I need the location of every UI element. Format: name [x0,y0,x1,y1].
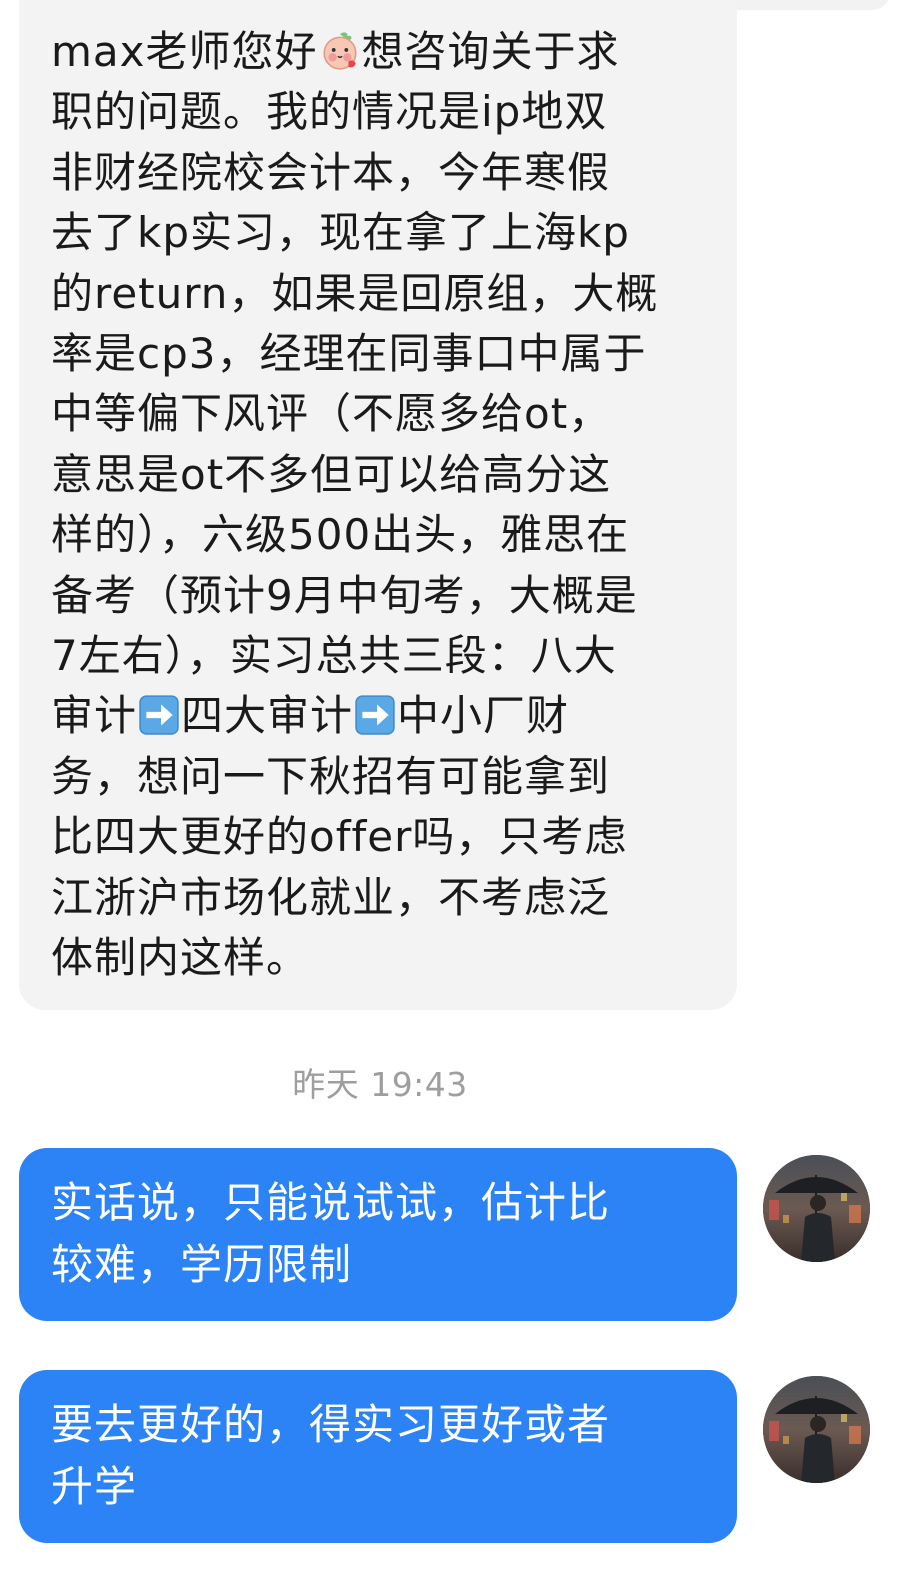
message-line: 7左右），实习总共三段：八大 [51,631,617,681]
message-line: 职的问题。我的情况是ip地双 [51,87,608,137]
outgoing-message-bubble[interactable]: 实话说，只能说试试，估计比 较难，学历限制 [19,1148,737,1321]
incoming-message-bubble[interactable]: max老师您好 想咨询关于求 职的问题。我的情况是ip地双 非财经院校会计本，今… [19,0,737,1010]
outgoing-message-text: 实话说，只能说试试，估计比 较难，学历限制 [51,1172,707,1296]
user-avatar-icon[interactable] [763,1155,870,1262]
message-line: 审计 四大审计 中小厂财 [51,691,570,741]
message-line: 意思是ot不多但可以给高分这 [51,449,612,499]
message-line: 升学 [51,1462,138,1511]
incoming-message-text: max老师您好 想咨询关于求 职的问题。我的情况是ip地双 非财经院校会计本，今… [51,22,707,989]
message-line: 江浙沪市场化就业，不考虑泛 [51,872,611,922]
message-line: 非财经院校会计本，今年寒假 [51,147,611,197]
message-line: 中等偏下风评（不愿多给ot， [51,389,612,439]
blushing-peach-emoji-icon [322,32,357,70]
message-line: 较难，学历限制 [51,1240,353,1289]
outgoing-message-bubble[interactable]: 要去更好的，得实习更好或者 升学 [19,1370,737,1543]
right-arrow-emoji-icon [355,695,395,736]
message-line: 样的），六级500出头，雅思在 [51,510,630,560]
user-avatar-icon[interactable] [763,1376,870,1483]
man-with-umbrella-avatar-icon [763,1376,870,1483]
outgoing-message-text: 要去更好的，得实习更好或者 升学 [51,1394,707,1518]
message-line: 要去更好的，得实习更好或者 [51,1400,611,1449]
man-with-umbrella-avatar-icon [763,1155,870,1262]
message-line: 去了kp实习，现在拿了上海kp [51,208,630,258]
message-line: 备考（预计9月中旬考，大概是 [51,570,638,620]
message-line: max老师您好 想咨询关于求 [51,27,620,76]
message-line: 体制内这样。 [51,933,310,983]
message-line: 的return，如果是回原组，大概 [51,268,659,318]
message-line: 实话说，只能说试试，估计比 [51,1178,611,1227]
right-arrow-emoji-icon [139,695,179,736]
message-timestamp: 昨天 19:43 [292,1065,468,1104]
message-line: 比四大更好的offer吗，只考虑 [51,812,628,862]
message-line: 务，想问一下秋招有可能拿到 [51,751,611,801]
message-line: 率是cp3，经理在同事口中属于 [51,329,647,379]
